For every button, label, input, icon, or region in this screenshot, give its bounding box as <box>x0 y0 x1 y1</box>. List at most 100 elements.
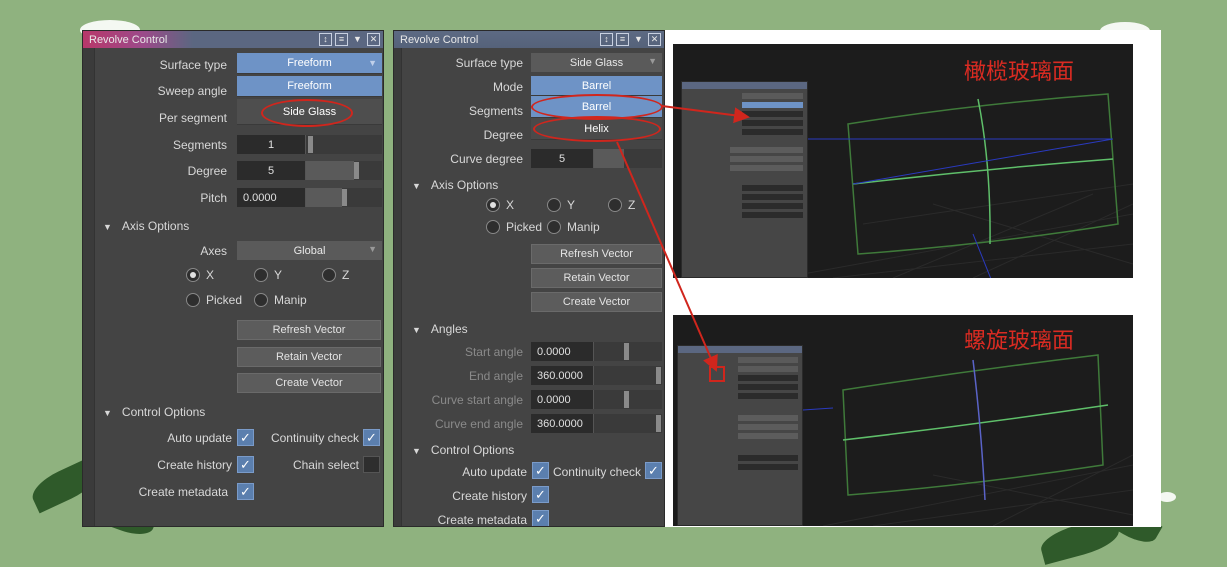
start-angle-slider[interactable] <box>593 342 662 361</box>
chain-select-checkbox[interactable] <box>363 456 380 473</box>
radio-manip[interactable]: Manip <box>547 220 600 234</box>
create-history-checkbox[interactable]: ✓ <box>237 456 254 473</box>
auto-update-checkbox[interactable]: ✓ <box>237 429 254 446</box>
create-history-checkbox[interactable]: ✓ <box>532 486 549 503</box>
auto-update-checkbox[interactable]: ✓ <box>532 462 549 479</box>
curve-start-angle-field[interactable]: 0.0000 <box>531 390 593 409</box>
surface-type-dropdown[interactable]: Side Glass ▼ <box>531 53 662 72</box>
expand-icon[interactable]: ↕ <box>319 33 332 46</box>
label-segments: Segments <box>172 138 227 152</box>
panel-side-strip <box>394 48 402 526</box>
curve-start-angle-slider[interactable] <box>593 390 662 409</box>
revolve-control-panel-middle: Revolve Control ↕ ≡ ▼ ✕ Surface type Sid… <box>393 30 665 527</box>
revolve-control-panel-left: Revolve Control ↕ ≡ ▼ ✕ Surface type Swe… <box>82 30 384 527</box>
degree-field[interactable]: 5 <box>237 161 305 180</box>
label-pitch: Pitch <box>200 191 227 205</box>
degree-slider[interactable] <box>305 161 382 180</box>
label-create-metadata: Create metadata <box>437 513 527 527</box>
create-metadata-checkbox[interactable]: ✓ <box>532 510 549 526</box>
panel-titlebar: Revolve Control ↕ ≡ ▼ ✕ <box>394 31 664 48</box>
close-icon[interactable]: ✕ <box>648 33 661 46</box>
annotation-circle-helix <box>533 116 661 142</box>
radio-z[interactable]: Z <box>608 198 635 212</box>
radio-picked[interactable]: Picked <box>486 220 542 234</box>
label-continuity-check: Continuity check <box>552 465 641 479</box>
curve-end-angle-slider[interactable] <box>593 414 662 433</box>
radio-z[interactable]: Z <box>322 268 349 282</box>
continuity-check-checkbox[interactable]: ✓ <box>645 462 662 479</box>
mini-revolve-panel-helix <box>677 345 803 526</box>
label-per-segment: Per segment <box>158 111 227 125</box>
create-metadata-checkbox[interactable]: ✓ <box>237 483 254 500</box>
label-create-metadata: Create metadata <box>138 485 228 499</box>
dropdown-arrow-icon: ▼ <box>368 244 377 254</box>
collapse-triangle-icon: ▼ <box>412 446 421 456</box>
create-vector-button[interactable]: Create Vector <box>531 292 662 312</box>
label-start-angle: Start angle <box>464 345 523 359</box>
label-mode: Mode <box>492 80 523 94</box>
refresh-vector-button[interactable]: Refresh Vector <box>237 320 381 340</box>
continuity-check-checkbox[interactable]: ✓ <box>363 429 380 446</box>
refresh-vector-button[interactable]: Refresh Vector <box>531 244 662 264</box>
panel-titlebar: Revolve Control ↕ ≡ ▼ ✕ <box>83 31 383 48</box>
label-curve-end-angle: Curve end angle <box>434 417 523 431</box>
label-curve-degree: Curve degree <box>450 152 523 166</box>
caption-olive-glass: 橄榄玻璃面 <box>964 60 1075 85</box>
radio-x[interactable]: X <box>486 198 514 212</box>
start-angle-field[interactable]: 0.0000 <box>531 342 593 361</box>
segments-field[interactable]: 1 <box>237 135 305 154</box>
axis-options-section[interactable]: ▼ Axis Options <box>412 178 498 192</box>
label-end-angle: End angle <box>468 369 523 383</box>
control-options-section[interactable]: ▼ Control Options <box>412 443 514 457</box>
close-icon[interactable]: ✕ <box>367 33 380 46</box>
label-degree: Degree <box>187 164 227 178</box>
label-create-history: Create history <box>157 458 232 472</box>
radio-x[interactable]: X <box>186 268 214 282</box>
label-create-history: Create history <box>452 489 527 503</box>
panel-side-strip <box>83 48 95 526</box>
mode-dropdown[interactable]: Barrel <box>531 76 662 96</box>
dropdown-option-freeform[interactable]: Freeform <box>237 76 382 97</box>
control-options-section[interactable]: ▼ Control Options <box>103 405 205 419</box>
curve-end-angle-field[interactable]: 360.0000 <box>531 414 593 433</box>
create-vector-button[interactable]: Create Vector <box>237 373 381 393</box>
collapse-triangle-icon: ▼ <box>103 408 112 418</box>
collapse-icon[interactable]: ▼ <box>632 33 645 46</box>
radio-picked[interactable]: Picked <box>186 293 242 307</box>
curve-degree-slider[interactable] <box>593 149 662 168</box>
panel-title: Revolve Control <box>89 33 168 46</box>
angles-section[interactable]: ▼ Angles <box>412 322 468 336</box>
segments-slider[interactable] <box>305 135 382 154</box>
label-sweep-angle: Sweep angle <box>157 84 227 98</box>
curve-degree-field[interactable]: 5 <box>531 149 593 168</box>
caption-helix-glass: 螺旋玻璃面 <box>964 329 1075 354</box>
pitch-slider[interactable] <box>305 188 382 207</box>
radio-y[interactable]: Y <box>254 268 282 282</box>
surface-type-dropdown[interactable]: Freeform ▼ <box>237 53 382 74</box>
list-icon[interactable]: ≡ <box>335 33 348 46</box>
list-icon[interactable]: ≡ <box>616 33 629 46</box>
retain-vector-button[interactable]: Retain Vector <box>531 268 662 288</box>
end-angle-field[interactable]: 360.0000 <box>531 366 593 385</box>
mini-revolve-panel-barrel <box>681 81 808 278</box>
expand-icon[interactable]: ↕ <box>600 33 613 46</box>
annotation-circle <box>261 99 353 127</box>
label-auto-update: Auto update <box>462 465 527 479</box>
axes-dropdown[interactable]: Global ▼ <box>237 241 382 260</box>
dropdown-arrow-icon: ▼ <box>648 56 657 66</box>
retain-vector-button[interactable]: Retain Vector <box>237 347 381 367</box>
label-surface-type: Surface type <box>455 56 523 70</box>
axis-options-section[interactable]: ▼ Axis Options <box>103 219 189 233</box>
label-axes: Axes <box>200 244 227 258</box>
collapse-triangle-icon: ▼ <box>412 181 421 191</box>
viewport-helix[interactable]: 螺旋玻璃面 <box>673 315 1133 526</box>
label-auto-update: Auto update <box>167 431 232 445</box>
radio-manip[interactable]: Manip <box>254 293 307 307</box>
label-continuity-check: Continuity check <box>270 431 359 445</box>
radio-y[interactable]: Y <box>547 198 575 212</box>
collapse-icon[interactable]: ▼ <box>351 33 364 46</box>
panel-title: Revolve Control <box>400 33 479 46</box>
pitch-field[interactable]: 0.0000 <box>237 188 305 207</box>
viewport-barrel[interactable]: 橄榄玻璃面 <box>673 44 1133 278</box>
end-angle-slider[interactable] <box>593 366 662 385</box>
